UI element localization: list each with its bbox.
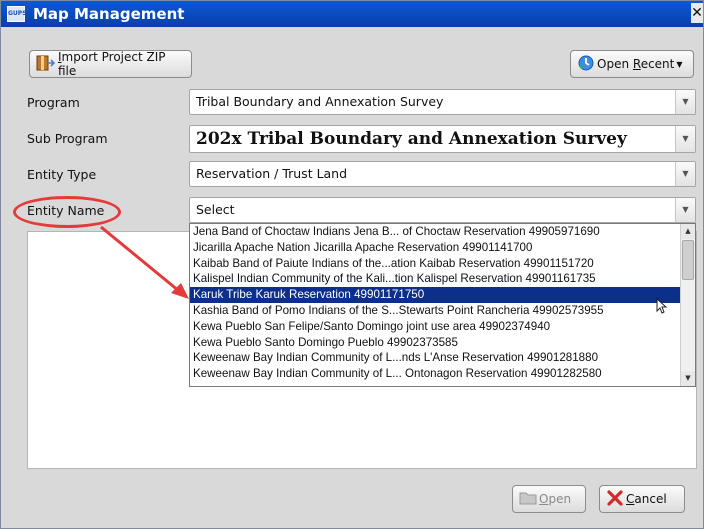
scroll-down-icon[interactable]: ▼ (681, 371, 695, 386)
sub-program-select[interactable]: 202x Tribal Boundary and Annexation Surv… (189, 125, 696, 153)
cancel-label: ancel (634, 492, 667, 506)
open-button[interactable]: Open (512, 485, 586, 513)
open-folder-icon (519, 490, 537, 509)
scrollbar-thumb[interactable] (682, 240, 694, 280)
sub-program-label: Sub Program (27, 131, 108, 146)
dropdown-arrow-icon[interactable]: ▼ (675, 162, 695, 186)
window-title: Map Management (33, 5, 185, 23)
app-icon: GUPS (7, 6, 27, 22)
import-project-zip-button[interactable]: Import Project ZIP file (29, 50, 192, 78)
zip-file-icon (36, 54, 56, 75)
annotation-highlight-ellipse (13, 196, 121, 228)
list-item[interactable]: Kewa Pueblo Santo Domingo Pueblo 4990237… (190, 335, 695, 351)
open-recent-mnemonic: R (632, 57, 641, 71)
list-item[interactable]: Keweenaw Bay Indian Community of L... On… (190, 366, 695, 382)
mouse-cursor-icon (653, 297, 669, 322)
list-item[interactable]: Jena Band of Choctaw Indians Jena B... o… (190, 224, 695, 240)
program-label: Program (27, 95, 80, 110)
open-label: pen (548, 492, 572, 506)
scroll-up-icon[interactable]: ▲ (681, 224, 695, 239)
list-item[interactable]: Jicarilla Apache Nation Jicarilla Apache… (190, 240, 695, 256)
title-bar[interactable]: GUPS Map Management ✕ (1, 1, 703, 27)
open-recent-label-start: Open (597, 57, 633, 71)
dropdown-scrollbar[interactable]: ▲ ▼ (680, 224, 695, 386)
entity-type-value: Reservation / Trust Land (196, 166, 348, 181)
entity-type-label: Entity Type (27, 167, 97, 182)
list-item[interactable]: Kewa Pueblo San Felipe/Santo Domingo joi… (190, 319, 695, 335)
program-select[interactable]: Tribal Boundary and Annexation Survey ▼ (189, 89, 696, 115)
program-value: Tribal Boundary and Annexation Survey (196, 94, 444, 109)
dropdown-arrow-icon[interactable]: ▼ (675, 126, 695, 152)
map-management-window: GUPS Map Management ✕ Import Project ZIP… (0, 0, 704, 529)
open-recent-label-rest: ecent (640, 57, 675, 71)
close-icon[interactable]: ✕ (691, 3, 703, 23)
cancel-button[interactable]: Cancel (599, 485, 685, 513)
list-item[interactable]: Kalispel Indian Community of the Kali...… (190, 271, 695, 287)
entity-name-value: Select (196, 202, 235, 217)
chevron-down-icon: ▼ (676, 59, 683, 69)
list-item[interactable]: Keweenaw Bay Indian Community of L...nds… (190, 350, 695, 366)
list-item[interactable]: Kaibab Band of Paiute Indians of the...a… (190, 256, 695, 272)
open-recent-button[interactable]: Open Recent ▼ (570, 50, 694, 78)
entity-type-select[interactable]: Reservation / Trust Land ▼ (189, 161, 696, 187)
import-label: mport Project ZIP file (58, 50, 166, 78)
cancel-x-icon (606, 489, 624, 510)
list-item[interactable]: Kashia Band of Pomo Indians of the S...S… (190, 303, 695, 319)
entity-name-dropdown-list[interactable]: Jena Band of Choctaw Indians Jena B... o… (189, 223, 696, 387)
sub-program-value: 202x Tribal Boundary and Annexation Surv… (196, 129, 627, 149)
dropdown-arrow-icon[interactable]: ▼ (675, 90, 695, 114)
dropdown-arrow-icon[interactable]: ▼ (675, 198, 695, 222)
open-recent-icon (577, 54, 595, 75)
entity-name-select[interactable]: Select ▼ (189, 197, 696, 223)
list-item-selected[interactable]: Karuk Tribe Karuk Reservation 4990117175… (190, 287, 695, 303)
